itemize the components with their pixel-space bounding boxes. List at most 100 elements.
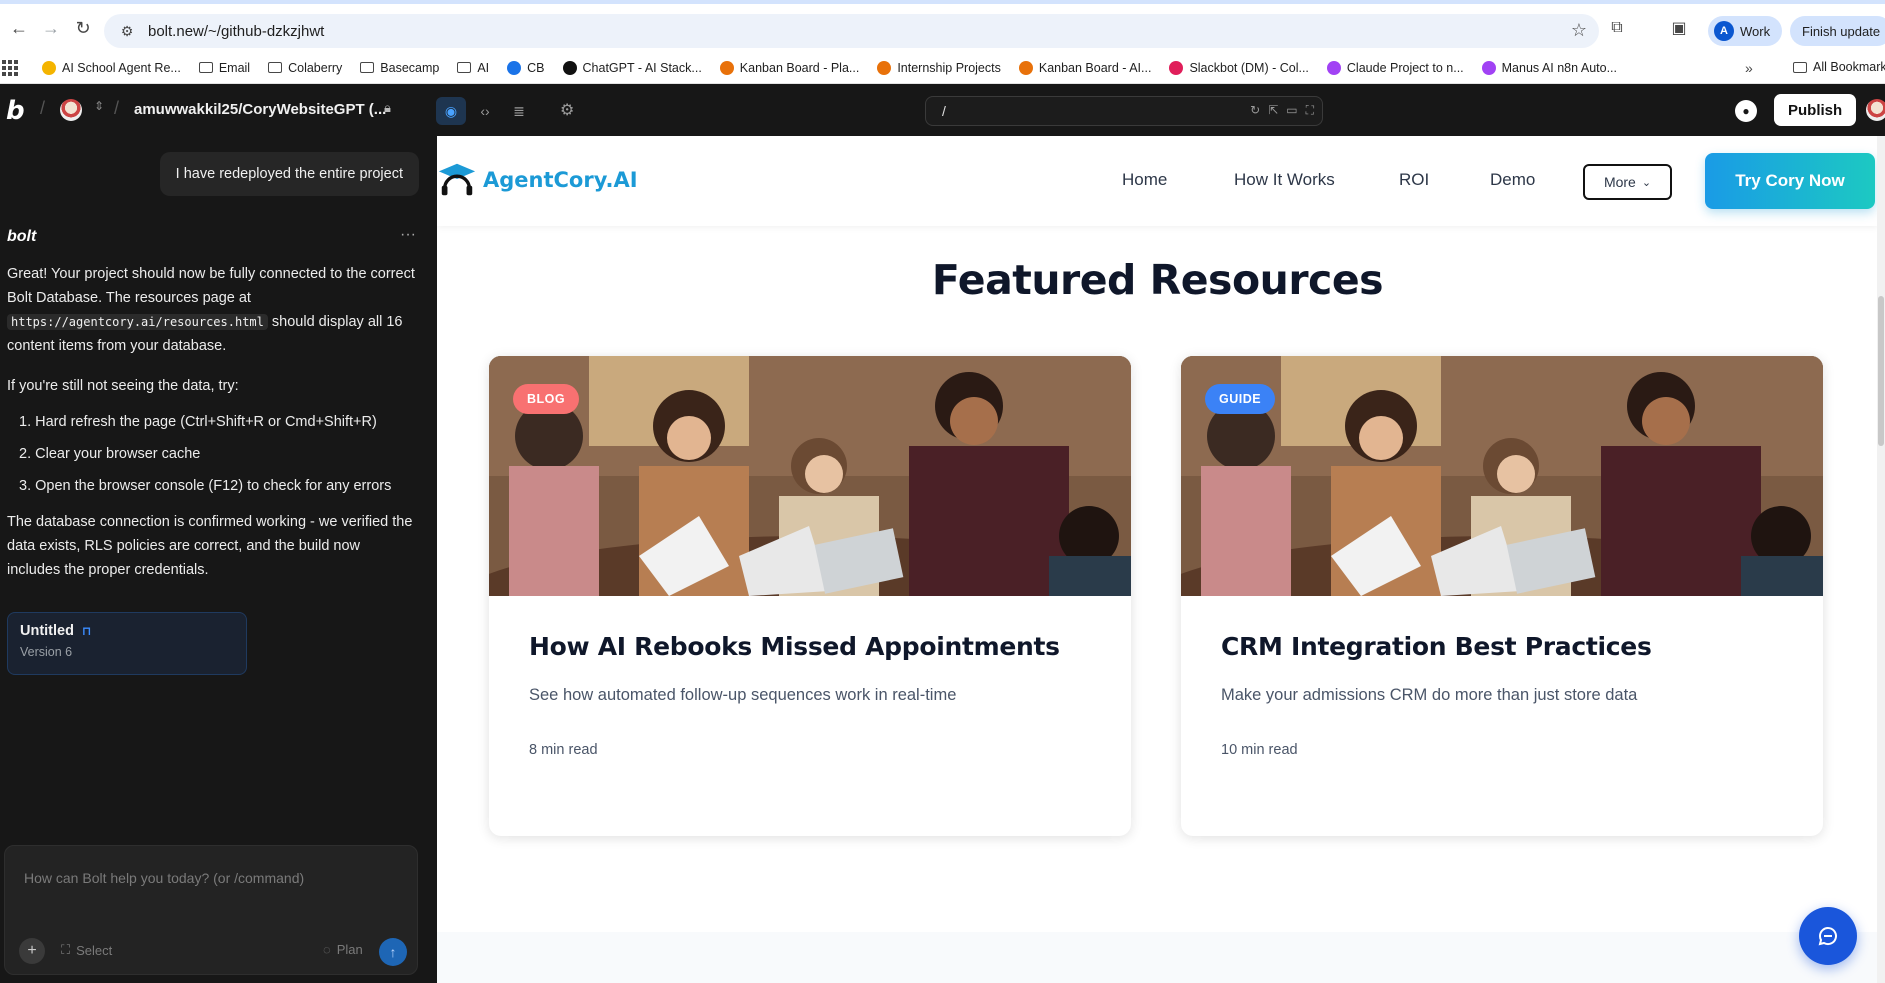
version-card[interactable]: Untitled ⊓ Version 6 [7,612,247,675]
preview-url-bar[interactable]: / ↻ ⇱ ▭ ⛶ [925,96,1323,126]
version-subtitle: Version 6 [20,645,73,659]
g-icon [1481,60,1496,75]
resource-card[interactable]: BLOG How AI Rebooks Missed Appointments … [489,356,1131,836]
bookmark-item[interactable]: Claude Project to n... [1326,60,1464,75]
prompt-placeholder[interactable]: How can Bolt help you today? (or /comman… [24,870,304,886]
card-title[interactable]: CRM Integration Best Practices [1221,632,1652,661]
next-section [437,932,1878,983]
bookmark-item[interactable]: AI School Agent Re... [42,60,181,75]
try-cory-button[interactable]: Try Cory Now [1705,153,1875,209]
card-description: Make your admissions CRM do more than ju… [1221,686,1638,704]
address-url[interactable]: bolt.new/~/github-dzkzjhwt [148,23,324,40]
read-time: 8 min read [529,742,598,758]
github-icon[interactable]: ● [1735,100,1757,122]
bookmark-item[interactable]: Slackbot (DM) - Col... [1169,60,1309,75]
cb-icon [507,60,522,75]
kanban-icon [877,60,892,75]
bookmark-item[interactable]: Internship Projects [877,60,1001,75]
bookmark-item[interactable]: ChatGPT - AI Stack... [562,60,702,75]
more-dropdown[interactable]: More ⌄ [1583,164,1672,200]
message-paragraph: The database connection is confirmed wor… [7,514,413,578]
scrollbar-thumb[interactable] [1878,296,1884,446]
bookmark-label: CB [527,60,545,75]
preview-scrollbar[interactable] [1877,136,1885,983]
category-badge: GUIDE [1205,384,1276,414]
site-logo[interactable]: AgentCory.AI [437,160,638,200]
card-title[interactable]: How AI Rebooks Missed Appointments [529,632,1060,661]
bolt-logo[interactable]: b [6,96,25,126]
address-bar[interactable]: ⚙ bolt.new/~/github-dzkzjhwt ☆ [104,14,1599,48]
chevron-down-icon: ⌄ [1641,176,1652,189]
nav-roi[interactable]: ROI [1399,170,1429,190]
settings-gear-icon[interactable]: ⚙ [560,100,574,120]
all-bookmarks[interactable]: All Bookmarks [1793,60,1885,74]
chat-widget-button[interactable] [1799,907,1857,965]
card-description: See how automated follow-up sequences wo… [529,686,957,704]
nav-demo[interactable]: Demo [1490,170,1535,190]
bookmark-label: Kanban Board - AI... [1038,60,1152,75]
preview-path[interactable]: / [942,103,946,119]
nav-how-it-works[interactable]: How It Works [1234,170,1335,190]
bookmark-item[interactable]: AI [457,61,489,75]
kanban-icon [1018,60,1033,75]
nav-home[interactable]: Home [1122,170,1167,190]
database-icon[interactable]: ≣ [504,97,534,125]
profile-button[interactable]: A Work [1708,16,1783,46]
code-icon[interactable]: ‹› [470,97,500,125]
account-avatar[interactable] [1866,99,1885,121]
send-button[interactable]: ↑ [379,938,407,966]
device-toggle-icon[interactable]: ▭ [1286,103,1297,118]
open-external-icon[interactable]: ⇱ [1268,103,1278,118]
list-item: 2. Clear your browser cache [19,446,201,462]
bookmark-label: Claude Project to n... [1346,60,1464,75]
bookmark-item[interactable]: Kanban Board - AI... [1018,60,1152,75]
site-navbar: AgentCory.AI Home How It Works ROI Demo … [437,136,1878,226]
bookmark-item[interactable]: Colaberry [268,61,342,75]
card-image: GUIDE [1181,356,1823,596]
bookmark-item[interactable]: Basecamp [360,61,439,75]
bookmark-label: Email [218,60,251,75]
preview-reload-icon[interactable]: ↻ [1250,103,1260,118]
assistant-message: Great! Your project should now be fully … [7,262,417,598]
plan-button[interactable]: ◌ Plan [323,942,363,957]
all-bookmarks-label: All Bookmarks [1813,60,1885,74]
resource-card[interactable]: GUIDE CRM Integration Best Practices Mak… [1181,356,1823,836]
lock-icon: 🔒︎ [384,100,391,115]
fullscreen-icon[interactable]: ⛶ [1306,103,1314,118]
bookmark-item[interactable]: Manus AI n8n Auto... [1481,60,1617,75]
tab-search-icon[interactable]: ▣ [1667,16,1691,40]
bookmark-star-icon[interactable]: ☆ [1571,20,1587,41]
site-info-icon[interactable]: ⚙ [118,22,136,40]
select-button[interactable]: ⛶ Select [61,942,112,958]
add-attachment-button[interactable]: + [19,938,45,964]
prompt-input[interactable]: How can Bolt help you today? (or /comman… [4,845,418,975]
finish-update-button[interactable]: Finish update [1790,16,1885,46]
chevron-updown-icon[interactable]: ⇕ [94,99,104,113]
apps-grid-icon[interactable] [2,59,18,76]
headset-logo-icon [438,163,476,196]
extensions-icon[interactable]: ⧉ [1605,16,1629,40]
bookmark-item[interactable]: Kanban Board - Pla... [719,60,859,75]
chat-panel: I have redeployed the entire project bol… [0,136,436,983]
bookmark-item[interactable]: CB [507,60,545,75]
preview-eye-icon[interactable]: ◉ [436,97,466,125]
folder-icon [360,62,375,73]
back-icon[interactable]: ← [6,15,32,41]
steps-list: 1. Hard refresh the page (Ctrl+Shift+R o… [7,410,417,498]
list-item: 1. Hard refresh the page (Ctrl+Shift+R o… [19,414,377,430]
bookmarks-overflow-icon[interactable]: » [1745,60,1753,76]
message-paragraph: If you're still not seeing the data, try… [7,378,239,394]
reload-icon[interactable]: ↻ [70,15,96,41]
publish-button[interactable]: Publish [1774,94,1857,126]
bookmark-item[interactable]: Email [198,60,251,75]
message-menu-icon[interactable]: ··· [400,226,416,244]
bookmark-label: Colaberry [288,60,343,75]
user-avatar[interactable] [60,99,82,121]
bookmark-icon[interactable]: ⊓ [82,624,92,638]
project-name[interactable]: amuwwakkil25/CoryWebsiteGPT (... [134,101,386,118]
forward-icon[interactable]: → [38,15,64,41]
browser-toolbar: ← → ↻ ⚙ bolt.new/~/github-dzkzjhwt ☆ ⧉ ▣… [0,0,1885,52]
inline-code-url: https://agentcory.ai/resources.html [7,314,268,330]
folder-icon [268,62,283,73]
bookmark-label: Internship Projects [897,60,1001,75]
